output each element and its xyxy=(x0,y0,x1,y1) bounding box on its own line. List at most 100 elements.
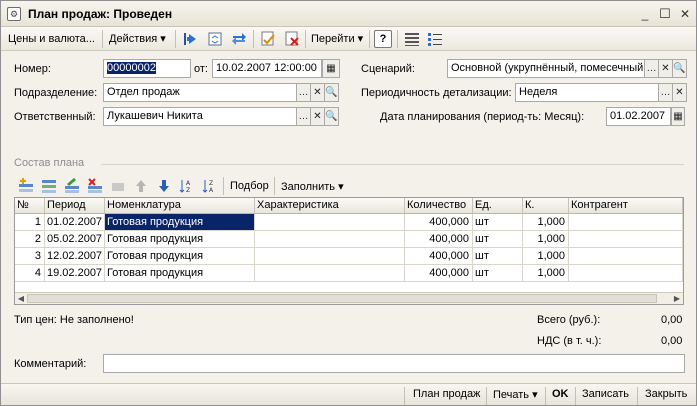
toolbar-separator xyxy=(305,30,306,48)
comment-field[interactable] xyxy=(103,354,685,373)
responsible-select-icon[interactable]: … xyxy=(297,107,311,126)
plan-table[interactable]: № Период Номенклатура Характеристика Кол… xyxy=(14,197,684,305)
date-field[interactable]: 10.02.2007 12:00:00 xyxy=(212,59,322,78)
column-header-k[interactable]: К. xyxy=(523,198,569,214)
cell-period[interactable]: 01.02.2007 xyxy=(45,214,105,231)
selection-button[interactable]: Подбор xyxy=(230,180,269,192)
scenario-clear-icon[interactable]: ✕ xyxy=(659,59,673,78)
cell-number[interactable]: 2 xyxy=(15,231,45,248)
scenario-field[interactable]: Основной (укрупнённый, помесечный xyxy=(447,59,645,78)
close-icon[interactable]: ✕ xyxy=(678,7,692,21)
cell-item[interactable]: Готовая продукция xyxy=(105,248,255,265)
cell-number[interactable]: 4 xyxy=(15,265,45,282)
actions-menu-button[interactable]: Действия ▾ xyxy=(109,31,166,47)
ok-button[interactable]: OK xyxy=(552,388,569,400)
column-header-number[interactable]: № xyxy=(15,198,45,214)
horizontal-scrollbar[interactable]: ◀ ▶ xyxy=(15,292,683,304)
goto-menu-button[interactable]: Перейти ▾ xyxy=(311,31,363,47)
post-document-icon[interactable] xyxy=(259,30,277,48)
number-field[interactable]: 00000002 xyxy=(103,59,191,78)
responsible-open-icon[interactable]: 🔍 xyxy=(325,107,339,126)
cell-unit[interactable]: шт xyxy=(473,231,523,248)
cell-quantity[interactable]: 400,000 xyxy=(405,214,473,231)
cell-k[interactable]: 1,000 xyxy=(523,214,569,231)
sales-plan-button[interactable]: План продаж xyxy=(413,388,480,400)
copy-row-icon[interactable] xyxy=(41,178,57,194)
division-clear-icon[interactable]: ✕ xyxy=(311,83,325,102)
periodicity-select-icon[interactable]: … xyxy=(659,83,673,102)
calendar-icon[interactable]: ▦ xyxy=(671,107,685,126)
cell-k[interactable]: 1,000 xyxy=(523,248,569,265)
cell-unit[interactable]: шт xyxy=(473,214,523,231)
column-header-item[interactable]: Номенклатура xyxy=(105,198,255,214)
scroll-right-icon[interactable]: ▶ xyxy=(671,293,683,304)
fill-menu-button[interactable]: Заполнить ▾ xyxy=(281,180,344,193)
responsible-field[interactable]: Лукашевич Никита xyxy=(103,107,297,126)
planning-date-label: Дата планирования (период-ть: Месяц): xyxy=(380,111,585,123)
planning-date-field[interactable]: 01.02.2007 xyxy=(606,107,671,126)
close-button[interactable]: Закрыть xyxy=(645,388,687,400)
scroll-left-icon[interactable]: ◀ xyxy=(15,293,27,304)
periodicity-field[interactable]: Неделя xyxy=(515,83,659,102)
end-edit-icon[interactable] xyxy=(110,178,126,194)
cell-item[interactable]: Готовая продукция xyxy=(105,231,255,248)
cell-item[interactable]: Готовая продукция xyxy=(105,214,255,231)
scenario-select-icon[interactable]: … xyxy=(645,59,659,78)
move-up-icon[interactable] xyxy=(133,178,149,194)
cell-item[interactable]: Готовая продукция xyxy=(105,265,255,282)
column-header-period[interactable]: Период xyxy=(45,198,105,214)
cell-characteristic[interactable] xyxy=(255,265,405,282)
sort-descending-icon[interactable]: ZA xyxy=(202,178,218,194)
cell-period[interactable]: 05.02.2007 xyxy=(45,231,105,248)
cell-contractor[interactable] xyxy=(569,265,683,282)
division-open-icon[interactable]: 🔍 xyxy=(325,83,339,102)
cell-quantity[interactable]: 400,000 xyxy=(405,248,473,265)
cell-unit[interactable]: шт xyxy=(473,248,523,265)
help-button[interactable]: ? xyxy=(374,30,392,48)
save-button[interactable]: Записать xyxy=(582,388,629,400)
cell-period[interactable]: 19.02.2007 xyxy=(45,265,105,282)
exchange-icon[interactable] xyxy=(230,30,248,48)
column-header-characteristic[interactable]: Характеристика xyxy=(255,198,405,214)
print-menu-button[interactable]: Печать ▾ xyxy=(493,388,538,401)
add-row-icon[interactable] xyxy=(18,178,34,194)
toolbar-separator xyxy=(253,30,254,48)
column-header-contractor[interactable]: Контрагент xyxy=(569,198,683,214)
cell-characteristic[interactable] xyxy=(255,214,405,231)
division-select-icon[interactable]: … xyxy=(297,83,311,102)
list-settings-icon[interactable] xyxy=(426,30,444,48)
cell-number[interactable]: 3 xyxy=(15,248,45,265)
unpost-document-icon[interactable] xyxy=(283,30,301,48)
cell-number[interactable]: 1 xyxy=(15,214,45,231)
cell-contractor[interactable] xyxy=(569,248,683,265)
column-header-unit[interactable]: Ед. xyxy=(473,198,523,214)
cell-k[interactable]: 1,000 xyxy=(523,231,569,248)
responsible-clear-icon[interactable]: ✕ xyxy=(311,107,325,126)
cell-quantity[interactable]: 400,000 xyxy=(405,265,473,282)
cell-period[interactable]: 12.02.2007 xyxy=(45,248,105,265)
division-field[interactable]: Отдел продаж xyxy=(103,83,297,102)
move-left-icon[interactable] xyxy=(181,30,199,48)
cell-unit[interactable]: шт xyxy=(473,265,523,282)
scroll-thumb[interactable] xyxy=(27,294,657,303)
cell-characteristic[interactable] xyxy=(255,248,405,265)
minimize-icon[interactable]: _ xyxy=(638,7,652,21)
cell-contractor[interactable] xyxy=(569,231,683,248)
document-refresh-icon[interactable] xyxy=(206,30,224,48)
delete-row-icon[interactable] xyxy=(87,178,103,194)
sort-ascending-icon[interactable]: AZ xyxy=(179,178,195,194)
structure-icon[interactable] xyxy=(403,30,421,48)
prices-currency-button[interactable]: Цены и валюта... xyxy=(8,31,95,47)
cell-contractor[interactable] xyxy=(569,214,683,231)
cell-characteristic[interactable] xyxy=(255,231,405,248)
edit-row-icon[interactable] xyxy=(64,178,80,194)
cell-quantity[interactable]: 400,000 xyxy=(405,231,473,248)
maximize-icon[interactable]: ☐ xyxy=(658,7,672,21)
cell-k[interactable]: 1,000 xyxy=(523,265,569,282)
move-down-icon[interactable] xyxy=(156,178,172,194)
scenario-open-icon[interactable]: 🔍 xyxy=(673,59,687,78)
actions-label: Действия xyxy=(109,33,158,45)
column-header-quantity[interactable]: Количество xyxy=(405,198,473,214)
calendar-icon[interactable]: ▦ xyxy=(322,59,340,78)
periodicity-clear-icon[interactable]: ✕ xyxy=(673,83,687,102)
